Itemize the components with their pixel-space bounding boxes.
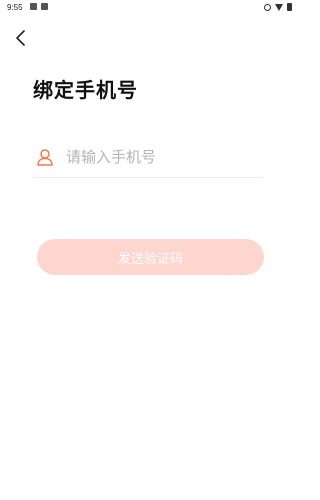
battery-icon	[287, 3, 292, 11]
phone-input[interactable]	[66, 144, 256, 170]
phone-field-row	[33, 143, 263, 178]
status-left-icons	[30, 3, 48, 10]
status-time: 9:55	[7, 3, 23, 12]
status-right-icons	[264, 3, 292, 11]
dnd-icon	[264, 3, 271, 11]
text-a-icon	[41, 3, 48, 10]
send-code-button[interactable]: 发送验证码	[37, 239, 264, 275]
page-title: 绑定手机号	[33, 78, 138, 102]
user-icon	[37, 149, 53, 166]
send-code-label: 发送验证码	[117, 251, 183, 267]
wifi-icon	[275, 3, 283, 11]
status-bar: 9:55	[0, 0, 300, 16]
chevron-left-icon	[16, 30, 25, 46]
image-icon	[30, 3, 37, 10]
back-button[interactable]	[11, 28, 31, 48]
